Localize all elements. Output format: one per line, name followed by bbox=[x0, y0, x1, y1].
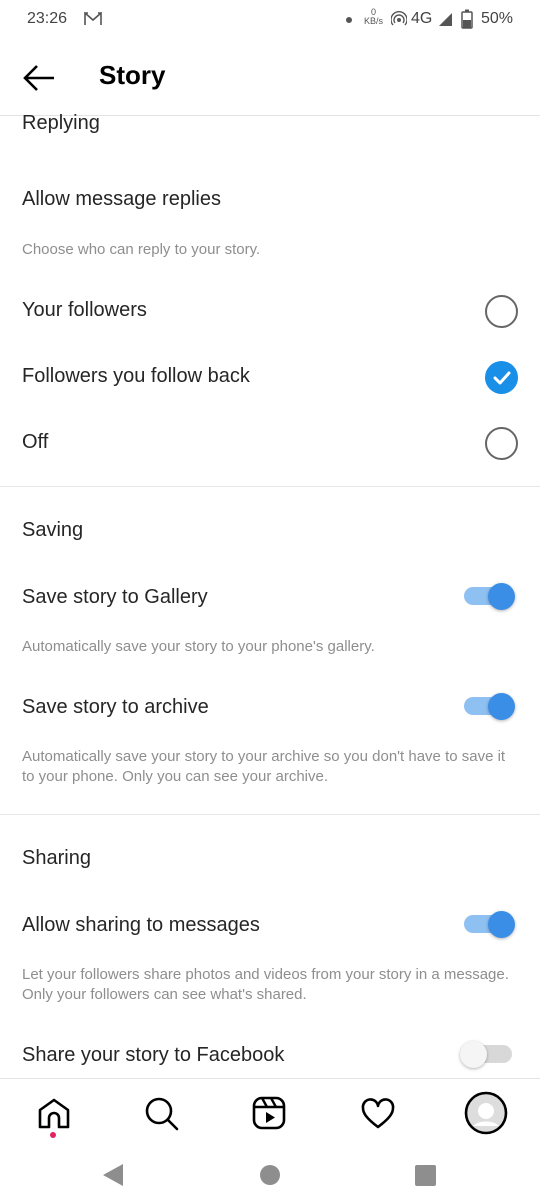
share-to-facebook-label: Share your story to Facebook bbox=[22, 1044, 285, 1066]
radio-off[interactable] bbox=[485, 427, 518, 460]
option-label: Followers you follow back bbox=[22, 365, 250, 387]
net-speed-unit: KB/s bbox=[364, 16, 384, 26]
save-to-gallery-label: Save story to Gallery bbox=[22, 586, 208, 608]
radio-your-followers[interactable] bbox=[485, 295, 518, 328]
notification-dot bbox=[50, 1132, 56, 1138]
save-to-gallery-toggle[interactable] bbox=[464, 581, 515, 611]
allow-sharing-description: Let your followers share photos and vide… bbox=[22, 966, 509, 1003]
toggle-knob bbox=[488, 583, 515, 610]
arrow-left-icon[interactable] bbox=[22, 64, 56, 92]
toggle-knob bbox=[488, 693, 515, 720]
section-sharing: Sharing bbox=[22, 847, 91, 869]
home-circle-icon[interactable] bbox=[260, 1165, 280, 1185]
signal-icon bbox=[439, 13, 452, 26]
check-icon bbox=[493, 371, 511, 385]
radio-followers-you-follow-back[interactable] bbox=[485, 361, 518, 394]
battery-icon bbox=[461, 9, 473, 29]
net-speed: 0 KB/s bbox=[364, 8, 383, 26]
section-saving: Saving bbox=[22, 519, 84, 541]
network-type: 4G bbox=[411, 10, 433, 27]
allow-message-replies-heading: Allow message replies bbox=[22, 188, 221, 210]
toggle-knob bbox=[460, 1041, 487, 1068]
option-label: Your followers bbox=[22, 299, 147, 321]
bottom-nav bbox=[0, 1078, 540, 1150]
option-off[interactable]: Off bbox=[0, 422, 540, 466]
battery-percent: 50% bbox=[481, 10, 514, 27]
replies-description: Choose who can reply to your story. bbox=[22, 241, 261, 258]
allow-sharing-messages-label: Allow sharing to messages bbox=[22, 914, 260, 936]
page-title: Story bbox=[99, 60, 166, 90]
system-nav-bar bbox=[0, 1150, 540, 1204]
search-icon[interactable] bbox=[144, 1096, 180, 1132]
recents-square-icon[interactable] bbox=[415, 1165, 436, 1186]
option-followers-you-follow-back[interactable]: Followers you follow back bbox=[0, 356, 540, 400]
allow-sharing-messages-toggle[interactable] bbox=[464, 909, 515, 939]
save-to-gallery-description: Automatically save your story to your ph… bbox=[22, 638, 375, 655]
option-label: Off bbox=[22, 431, 49, 453]
home-icon[interactable] bbox=[37, 1097, 71, 1131]
reels-icon[interactable] bbox=[252, 1096, 286, 1130]
save-to-archive-description: Automatically save your story to your ar… bbox=[22, 748, 506, 785]
back-triangle-icon[interactable] bbox=[102, 1163, 124, 1187]
section-replying: Replying bbox=[22, 112, 100, 134]
option-your-followers[interactable]: Your followers bbox=[0, 290, 540, 334]
hotspot-icon bbox=[391, 11, 407, 26]
save-to-archive-toggle[interactable] bbox=[464, 691, 515, 721]
toggle-knob bbox=[488, 911, 515, 938]
share-to-facebook-toggle[interactable] bbox=[460, 1039, 514, 1069]
heart-icon[interactable] bbox=[361, 1098, 395, 1130]
divider bbox=[0, 814, 540, 815]
profile-avatar[interactable] bbox=[464, 1091, 508, 1135]
dot-icon bbox=[346, 17, 352, 23]
save-to-archive-label: Save story to archive bbox=[22, 696, 209, 718]
status-time: 23:26 bbox=[27, 10, 68, 27]
divider bbox=[0, 486, 540, 487]
gmail-icon bbox=[84, 12, 102, 25]
